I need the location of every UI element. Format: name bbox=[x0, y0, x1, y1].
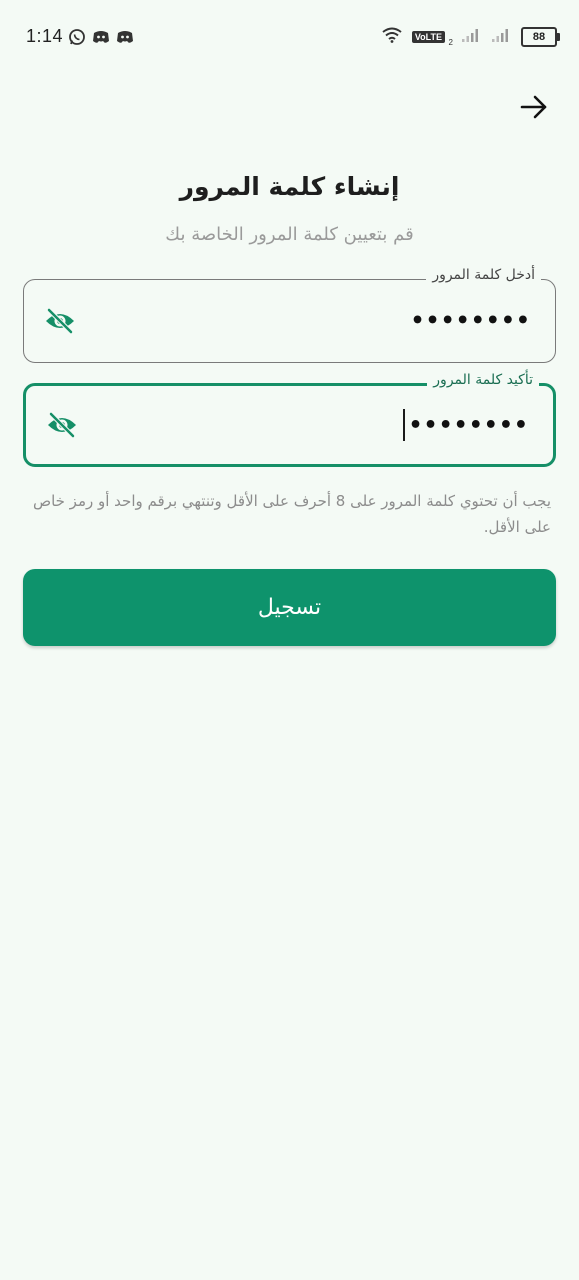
password-requirements-hint: يجب أن تحتوي كلمة المرور على 8 أحرف على … bbox=[32, 492, 551, 536]
confirm-password-input[interactable]: •••••••• bbox=[402, 409, 530, 441]
battery-indicator: 88 bbox=[521, 27, 560, 47]
volte-badge: VoLTE 2 bbox=[411, 31, 453, 47]
password-input[interactable]: •••••••• bbox=[411, 309, 532, 334]
whatsapp-icon bbox=[68, 28, 86, 50]
confirm-password-visibility-toggle[interactable] bbox=[46, 409, 78, 441]
back-button[interactable] bbox=[517, 90, 551, 124]
signal-icon bbox=[491, 27, 511, 47]
status-time: 1:14 bbox=[26, 26, 64, 46]
confirm-password-value: •••••••• bbox=[408, 412, 529, 438]
status-left-icons bbox=[68, 28, 134, 50]
wifi-icon bbox=[382, 27, 402, 47]
page-subtitle: قم بتعيين كلمة المرور الخاصة بك bbox=[165, 224, 414, 245]
password-field-label: أدخل كلمة المرور bbox=[426, 267, 541, 283]
status-bar: 1:14 VoLTE 2 88 bbox=[0, 0, 579, 72]
password-value: •••••••• bbox=[410, 308, 531, 334]
confirm-password-field[interactable]: تأكيد كلمة المرور •••••••• bbox=[23, 372, 556, 467]
eye-off-icon bbox=[48, 412, 76, 438]
page-title: إنشاء كلمة المرور bbox=[179, 172, 400, 201]
text-cursor bbox=[402, 409, 405, 441]
discord-icon bbox=[116, 29, 134, 49]
discord-icon bbox=[92, 29, 110, 49]
password-visibility-toggle[interactable] bbox=[44, 305, 76, 337]
eye-off-icon bbox=[46, 308, 74, 334]
register-button[interactable]: تسجيل bbox=[23, 569, 556, 646]
volte-label: VoLTE bbox=[414, 32, 442, 42]
password-field[interactable]: أدخل كلمة المرور •••••••• bbox=[23, 267, 556, 363]
confirm-password-field-label: تأكيد كلمة المرور bbox=[427, 372, 539, 388]
volte-sim-label: 2 bbox=[448, 38, 453, 47]
register-button-label: تسجيل bbox=[257, 595, 322, 620]
signal-icon bbox=[461, 27, 481, 47]
arrow-right-icon bbox=[520, 95, 547, 119]
status-right-icons: VoLTE 2 88 bbox=[382, 27, 560, 47]
